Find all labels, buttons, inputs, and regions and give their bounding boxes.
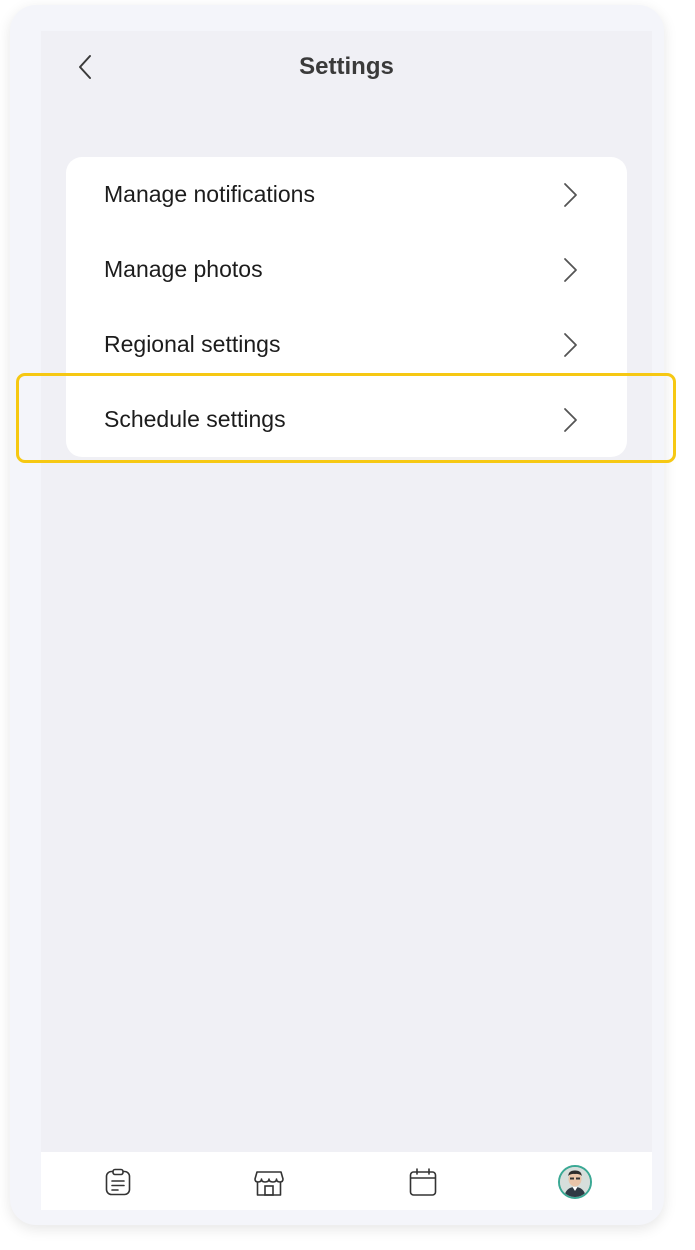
chevron-right-icon <box>564 183 577 207</box>
settings-item-label: Manage notifications <box>104 181 315 207</box>
tab-calendar[interactable] <box>405 1164 441 1200</box>
avatar <box>558 1165 592 1199</box>
page-title: Settings <box>299 53 394 80</box>
app-screen: Settings Manage notifications Manage pho… <box>41 31 652 1210</box>
chevron-right-icon <box>564 258 577 282</box>
bottom-tab-bar <box>41 1152 652 1210</box>
header: Settings <box>41 31 652 107</box>
calendar-icon <box>409 1168 437 1196</box>
settings-item-schedule-settings[interactable]: Schedule settings <box>66 382 627 457</box>
chevron-right-icon <box>564 408 577 432</box>
settings-item-manage-notifications[interactable]: Manage notifications <box>66 157 627 232</box>
tab-profile[interactable] <box>557 1164 593 1200</box>
settings-item-label: Manage photos <box>104 256 263 282</box>
clipboard-icon <box>105 1168 131 1196</box>
settings-item-regional-settings[interactable]: Regional settings <box>66 307 627 382</box>
settings-item-label: Regional settings <box>104 331 281 357</box>
store-icon <box>254 1171 284 1196</box>
tab-store[interactable] <box>251 1164 287 1200</box>
device-frame: Settings Manage notifications Manage pho… <box>10 5 664 1225</box>
settings-item-label: Schedule settings <box>104 406 286 432</box>
chevron-right-icon <box>564 333 577 357</box>
settings-list: Manage notifications Manage photos Regio… <box>66 157 627 457</box>
settings-item-manage-photos[interactable]: Manage photos <box>66 232 627 307</box>
tab-tasks[interactable] <box>100 1164 136 1200</box>
